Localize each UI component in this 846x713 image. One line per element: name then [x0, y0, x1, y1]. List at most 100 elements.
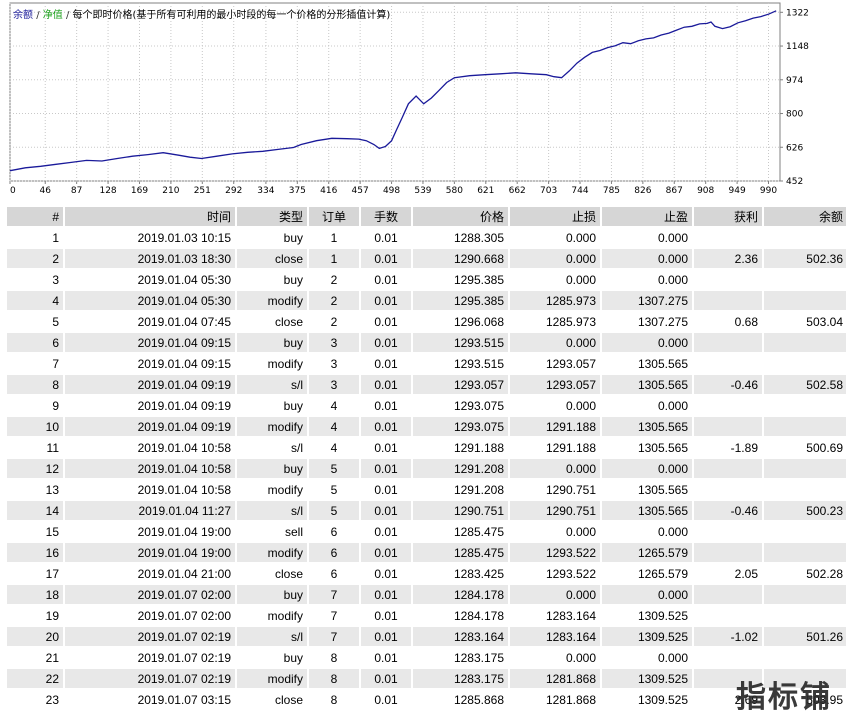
- x-tick-label: 210: [162, 186, 179, 196]
- cell-index: 10: [7, 417, 63, 436]
- header-price[interactable]: 价格: [413, 207, 508, 226]
- table-row[interactable]: 11 2019.01.04 10:58 s/l 4 0.01 1291.188 1291.1…: [7, 438, 846, 457]
- cell-time: 2019.01.04 05:30: [65, 291, 235, 310]
- cell-order: 8: [309, 648, 359, 667]
- cell-order: 1: [309, 228, 359, 247]
- cell-stop-loss: 0.000: [510, 459, 600, 478]
- x-tick-label: 949: [729, 186, 746, 196]
- legend-equity: 净值: [42, 10, 63, 21]
- legend-description: 每个即时价格(基于所有可利用的最小时段的每一个价格的分形插值计算): [72, 10, 391, 21]
- cell-balance: [764, 522, 846, 541]
- cell-profit: [694, 606, 762, 625]
- cell-type: buy: [237, 396, 307, 415]
- cell-index: 14: [7, 501, 63, 520]
- cell-lots: 0.01: [361, 522, 411, 541]
- cell-profit: [694, 543, 762, 562]
- cell-balance: [764, 291, 846, 310]
- cell-lots: 0.01: [361, 501, 411, 520]
- cell-take-profit: 1307.275: [602, 291, 692, 310]
- table-row[interactable]: 2 2019.01.03 18:30 close 1 0.01 1290.668 0.000…: [7, 249, 846, 268]
- cell-take-profit: 0.000: [602, 585, 692, 604]
- cell-balance: 502.58: [764, 375, 846, 394]
- cell-balance: [764, 480, 846, 499]
- table-row[interactable]: 19 2019.01.07 02:00 modify 7 0.01 1284.178 128…: [7, 606, 846, 625]
- table-row[interactable]: 21 2019.01.07 02:19 buy 8 0.01 1283.175 0.000 0…: [7, 648, 846, 667]
- cell-profit: [694, 270, 762, 289]
- cell-index: 6: [7, 333, 63, 352]
- header-index[interactable]: #: [7, 207, 63, 226]
- x-tick-label: 457: [352, 186, 369, 196]
- x-tick-label: 703: [540, 186, 557, 196]
- cell-index: 15: [7, 522, 63, 541]
- table-row[interactable]: 5 2019.01.04 07:45 close 2 0.01 1296.068 1285.…: [7, 312, 846, 331]
- cell-take-profit: 0.000: [602, 396, 692, 415]
- table-row[interactable]: 3 2019.01.04 05:30 buy 2 0.01 1295.385 0.000 0.…: [7, 270, 846, 289]
- table-row[interactable]: 1 2019.01.03 10:15 buy 1 0.01 1288.305 0.000 0.…: [7, 228, 846, 247]
- table-row[interactable]: 14 2019.01.04 11:27 s/l 5 0.01 1290.751 1290.7…: [7, 501, 846, 520]
- cell-balance: 500.69: [764, 438, 846, 457]
- cell-take-profit: 1305.565: [602, 354, 692, 373]
- cell-lots: 0.01: [361, 627, 411, 646]
- cell-type: close: [237, 690, 307, 709]
- cell-lots: 0.01: [361, 354, 411, 373]
- cell-time: 2019.01.04 19:00: [65, 522, 235, 541]
- header-time[interactable]: 时间: [65, 207, 235, 226]
- header-order[interactable]: 订单: [309, 207, 359, 226]
- cell-balance: [764, 543, 846, 562]
- table-row[interactable]: 17 2019.01.04 21:00 close 6 0.01 1283.425 1293…: [7, 564, 846, 583]
- cell-time: 2019.01.04 21:00: [65, 564, 235, 583]
- cell-balance: [764, 606, 846, 625]
- table-row[interactable]: 18 2019.01.07 02:00 buy 7 0.01 1284.178 0.000 0…: [7, 585, 846, 604]
- cell-order: 4: [309, 438, 359, 457]
- cell-index: 22: [7, 669, 63, 688]
- table-row[interactable]: 23 2019.01.07 03:15 close 8 0.01 1285.868 1281…: [7, 690, 846, 709]
- cell-price: 1293.057: [413, 375, 508, 394]
- cell-time: 2019.01.04 11:27: [65, 501, 235, 520]
- table-row[interactable]: 13 2019.01.04 10:58 modify 5 0.01 1291.208 129…: [7, 480, 846, 499]
- cell-price: 1293.075: [413, 396, 508, 415]
- plot-area: [9, 2, 781, 182]
- x-tick-label: 0: [10, 186, 16, 196]
- table-row[interactable]: 22 2019.01.07 02:19 modify 8 0.01 1283.175 128…: [7, 669, 846, 688]
- header-balance[interactable]: 余额: [764, 207, 846, 226]
- table-row[interactable]: 16 2019.01.04 19:00 modify 6 0.01 1285.475 129…: [7, 543, 846, 562]
- cell-price: 1291.208: [413, 480, 508, 499]
- table-row[interactable]: 7 2019.01.04 09:15 modify 3 0.01 1293.515 1293…: [7, 354, 846, 373]
- table-row[interactable]: 6 2019.01.04 09:15 buy 3 0.01 1293.515 0.000 0.…: [7, 333, 846, 352]
- table-row[interactable]: 9 2019.01.04 09:19 buy 4 0.01 1293.075 0.000 0.…: [7, 396, 846, 415]
- cell-stop-loss: 0.000: [510, 585, 600, 604]
- header-type[interactable]: 类型: [237, 207, 307, 226]
- table-row[interactable]: 8 2019.01.04 09:19 s/l 3 0.01 1293.057 1293.05…: [7, 375, 846, 394]
- cell-price: 1283.175: [413, 648, 508, 667]
- cell-stop-loss: 1281.868: [510, 690, 600, 709]
- legend-separator: /: [36, 10, 40, 21]
- x-tick-label: 87: [71, 186, 82, 196]
- cell-price: 1295.385: [413, 270, 508, 289]
- header-profit[interactable]: 获利: [694, 207, 762, 226]
- cell-time: 2019.01.04 10:58: [65, 438, 235, 457]
- cell-order: 8: [309, 669, 359, 688]
- cell-take-profit: 1305.565: [602, 438, 692, 457]
- cell-take-profit: 0.000: [602, 522, 692, 541]
- table-row[interactable]: 20 2019.01.07 02:19 s/l 7 0.01 1283.164 1283.1…: [7, 627, 846, 646]
- cell-time: 2019.01.04 09:19: [65, 417, 235, 436]
- cell-time: 2019.01.07 03:15: [65, 690, 235, 709]
- cell-profit: [694, 291, 762, 310]
- cell-price: 1283.164: [413, 627, 508, 646]
- x-tick-label: 128: [99, 186, 116, 196]
- cell-index: 13: [7, 480, 63, 499]
- table-row[interactable]: 4 2019.01.04 05:30 modify 2 0.01 1295.385 1285…: [7, 291, 846, 310]
- cell-price: 1293.075: [413, 417, 508, 436]
- cell-type: modify: [237, 606, 307, 625]
- cell-index: 5: [7, 312, 63, 331]
- cell-take-profit: 1305.565: [602, 480, 692, 499]
- cell-balance: 500.23: [764, 501, 846, 520]
- table-row[interactable]: 12 2019.01.04 10:58 buy 5 0.01 1291.208 0.000 0…: [7, 459, 846, 478]
- table-row[interactable]: 10 2019.01.04 09:19 modify 4 0.01 1293.075 129…: [7, 417, 846, 436]
- cell-stop-loss: 1283.164: [510, 627, 600, 646]
- table-row[interactable]: 15 2019.01.04 19:00 sell 6 0.01 1285.475 0.000…: [7, 522, 846, 541]
- header-stop-loss[interactable]: 止损: [510, 207, 600, 226]
- cell-take-profit: 1265.579: [602, 543, 692, 562]
- header-take-profit[interactable]: 止盈: [602, 207, 692, 226]
- header-lots[interactable]: 手数: [361, 207, 411, 226]
